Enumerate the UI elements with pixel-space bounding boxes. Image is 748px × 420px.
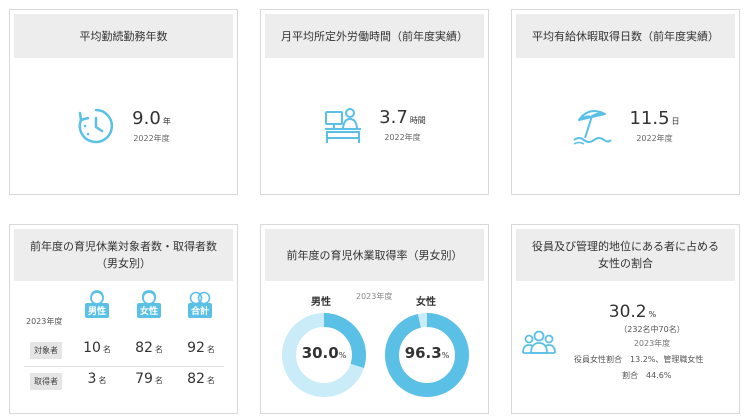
stat-year: 2022年度 bbox=[384, 132, 421, 142]
female-ratio-value: 30.2% bbox=[608, 302, 657, 322]
female-ratio-year: 2023年度 bbox=[633, 339, 671, 348]
taken-female: 79 名 bbox=[135, 371, 163, 387]
childcare-leave-rate-card: 前年度の育児休業取得率（男女別） 男性 2023年度 女性 30.0% 96.3… bbox=[260, 224, 489, 414]
male-rate-label: 男性 bbox=[311, 297, 331, 308]
card-title: 前年度の育児休業取得率（男女別） bbox=[265, 229, 484, 281]
female-ratio-detail: （232名中70名） bbox=[619, 325, 685, 334]
stat-unit: 年 bbox=[162, 116, 171, 126]
stat-value: 3.7 bbox=[379, 106, 408, 128]
female-badge: 女性 bbox=[136, 303, 161, 318]
people-group-icon bbox=[522, 330, 556, 354]
female-ratio-note-1: 役員女性割合 13.2%、管理職女性 bbox=[574, 355, 704, 364]
stat-unit: 時間 bbox=[409, 115, 426, 125]
card-title: 平均勤続勤務年数 bbox=[14, 14, 233, 58]
desk-worker-icon bbox=[325, 108, 362, 143]
female-rate-label: 女性 bbox=[416, 297, 436, 308]
avg-tenure-card: 平均勤続勤務年数 9.0 年 2022年度 bbox=[9, 9, 238, 195]
card-title: 平均有給休暇取得日数（前年度実績） bbox=[516, 14, 735, 58]
paid-leave-card: 平均有給休暇取得日数（前年度実績） 11.5 日 2022年度 bbox=[511, 9, 740, 195]
eligible-female: 82 名 bbox=[135, 340, 163, 356]
row-label-eligible: 対象者 bbox=[30, 342, 62, 359]
female-ratio-note-2: 割合 44.6% bbox=[622, 371, 672, 380]
card-title: 役員及び管理的地位にある者に占める女性の割合 bbox=[516, 229, 735, 281]
female-badge-group: 女性 bbox=[134, 289, 164, 318]
overtime-card: 月平均所定外労働時間（前年度実績） 3.7 時間 2022年度 bbox=[260, 9, 489, 195]
female-rate-value: 96.3% bbox=[404, 344, 450, 362]
stat-unit: 日 bbox=[671, 116, 680, 126]
stat-year: 2022年度 bbox=[636, 133, 673, 143]
rate-year: 2023年度 bbox=[356, 292, 393, 301]
female-managers-card: 役員及び管理的地位にある者に占める女性の割合 30.2% （232名中70名） … bbox=[511, 224, 740, 414]
male-badge-group: 男性 bbox=[82, 289, 112, 318]
taken-total: 82 名 bbox=[187, 371, 215, 387]
childcare-leave-counts-card: 前年度の育児休業対象者数・取得者数（男女別） 男性 女性 合計 2023年度 対… bbox=[9, 224, 238, 414]
row-divider bbox=[24, 366, 224, 367]
stat-year: 2022年度 bbox=[133, 133, 170, 143]
total-badge-group: 合計 bbox=[185, 289, 215, 318]
stat-value: 9.0 bbox=[132, 107, 161, 129]
row-label-taken: 取得者 bbox=[30, 373, 62, 390]
total-badge: 合計 bbox=[187, 303, 212, 318]
eligible-male: 10 名 bbox=[83, 340, 111, 356]
eligible-total: 92 名 bbox=[187, 340, 215, 356]
taken-male: 3名 bbox=[87, 371, 107, 387]
clock-rotate-icon bbox=[78, 108, 114, 144]
year-label: 2023年度 bbox=[26, 317, 63, 326]
male-rate-value: 30.0% bbox=[301, 344, 347, 362]
beach-umbrella-icon bbox=[573, 110, 613, 145]
stat-value: 11.5 bbox=[629, 107, 670, 129]
card-title: 前年度の育児休業対象者数・取得者数（男女別） bbox=[14, 229, 233, 281]
male-badge: 男性 bbox=[84, 303, 109, 318]
card-title: 月平均所定外労働時間（前年度実績） bbox=[265, 14, 484, 58]
